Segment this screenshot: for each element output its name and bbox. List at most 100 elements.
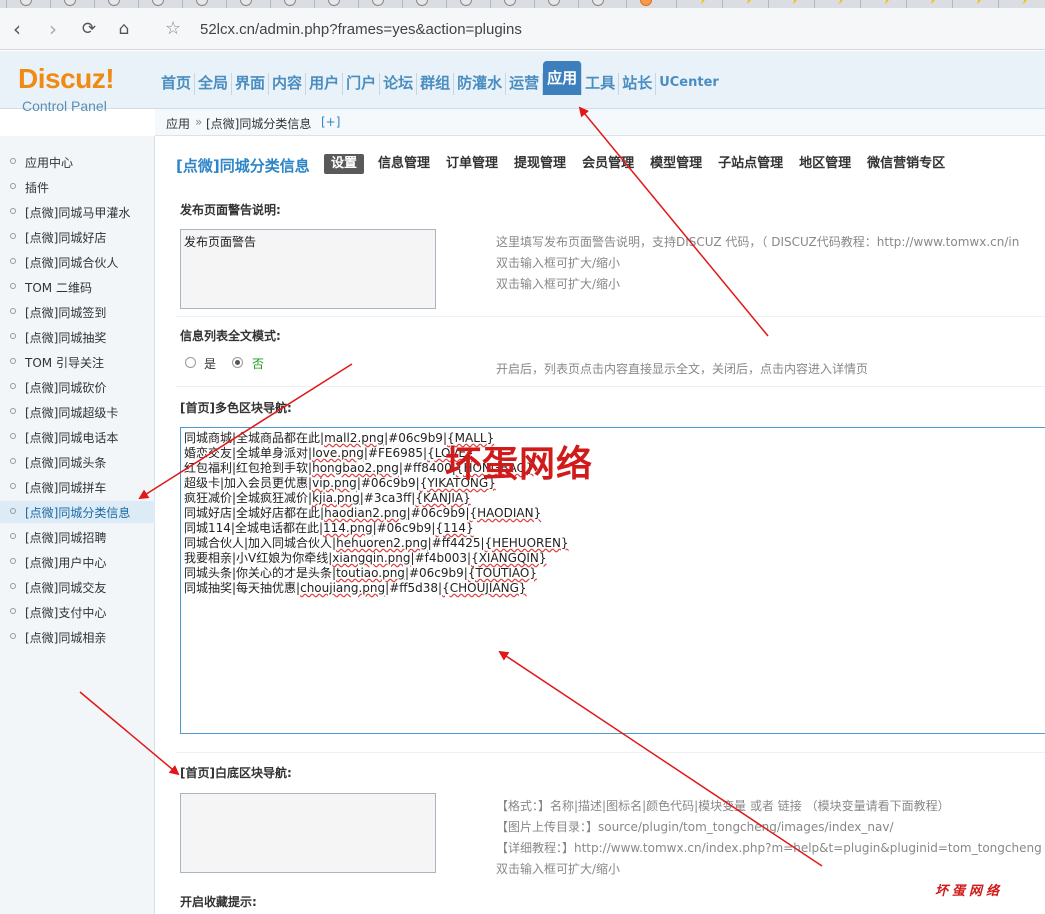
browser-tab-favicon[interactable] — [416, 0, 428, 6]
browser-tab-favicon[interactable] — [592, 0, 604, 6]
browser-tab-favicon[interactable] — [64, 0, 76, 6]
tab-separator — [358, 0, 359, 8]
browser-tab-favicon[interactable] — [152, 0, 164, 6]
browser-tab-favicon[interactable] — [20, 0, 32, 6]
sidebar-item-label: [点微]同城好店 — [25, 231, 107, 245]
browser-tab-favicon[interactable] — [1012, 0, 1024, 6]
plugin-tab[interactable]: 模型管理 — [650, 154, 702, 174]
topnav-item[interactable]: 防灌水 — [454, 73, 507, 95]
plugin-tab[interactable]: 设置 — [324, 154, 365, 174]
colornav-segment: 同城114|全城电话都在此| — [184, 521, 323, 535]
topnav-item[interactable]: 运营 — [506, 73, 544, 95]
plugin-tab[interactable]: 子站点管理 — [718, 154, 783, 174]
sidebar-item[interactable]: [点微]支付中心 — [0, 601, 155, 623]
plugin-tab[interactable]: 订单管理 — [446, 154, 498, 174]
sidebar: 应用中心插件 [点微]同城马甲灌水 [点微]同城好店 [点微]同城合伙人 TOM 二维码… — [0, 136, 155, 914]
sidebar-item-label: [点微]同城头条 — [25, 456, 107, 470]
tab-separator — [6, 0, 7, 8]
screen: ‹ › ⟳ ⌂ ☆ 52lcx.cn/admin.php?frames=yes&… — [0, 0, 1045, 914]
plugin-tab[interactable]: 信息管理 — [378, 154, 430, 174]
browser-tab-favicon[interactable] — [782, 0, 794, 6]
arrow-right-icon[interactable]: › — [42, 18, 64, 40]
topnav-item[interactable]: 首页 — [158, 73, 196, 95]
browser-tab-favicon[interactable] — [690, 0, 702, 6]
fulltext-no-radio[interactable] — [232, 357, 243, 368]
topnav-item[interactable]: 全局 — [195, 73, 233, 95]
browser-tab-favicon[interactable] — [196, 0, 208, 6]
colornav-textarea[interactable]: 同城商城|全城商品都在此|mall2.png|#06c9b9|{MALL} 婚恋交… — [180, 427, 1045, 734]
sidebar-item-label: [点微]同城签到 — [25, 306, 107, 320]
topnav-item[interactable]: 应用 — [543, 61, 583, 95]
warn-textarea[interactable]: 发布页面警告 — [180, 229, 436, 309]
plugin-tab[interactable]: 地区管理 — [799, 154, 851, 174]
sidebar-item[interactable]: 应用中心 — [0, 151, 155, 173]
browser-tab-favicon[interactable] — [108, 0, 120, 6]
browser-tab-favicon[interactable] — [920, 0, 932, 6]
tab-separator — [490, 0, 491, 8]
sidebar-item[interactable]: [点微]同城合伙人 — [0, 251, 155, 273]
browser-tab-favicon[interactable] — [966, 0, 978, 6]
topnav-item[interactable]: 用户 — [306, 73, 344, 95]
sidebar-item[interactable]: [点微]同城签到 — [0, 301, 155, 323]
colornav-segment: |#3ca3ff| — [359, 491, 416, 505]
browser-tab-favicon[interactable] — [328, 0, 340, 6]
sidebar-item[interactable]: [点微]同城电话本 — [0, 426, 155, 448]
sidebar-item[interactable]: [点微]同城相亲 — [0, 626, 155, 648]
bullet-icon — [10, 608, 16, 614]
breadcrumb-root[interactable]: 应用 — [166, 115, 190, 132]
browser-tab-favicon[interactable] — [874, 0, 886, 6]
reload-icon[interactable]: ⟳ — [78, 18, 100, 40]
colornav-segment: {TOUTIAO} — [467, 566, 537, 580]
browser-tab-favicon[interactable] — [548, 0, 560, 6]
sidebar-item[interactable]: [点微]同城交友 — [0, 576, 155, 598]
star-icon[interactable]: ☆ — [165, 18, 181, 39]
plugin-tab[interactable]: 微信营销专区 — [867, 154, 945, 174]
sidebar-item[interactable]: [点微]用户中心 — [0, 551, 155, 573]
sidebar-item[interactable]: [点微]同城砍价 — [0, 376, 155, 398]
sidebar-item[interactable]: 插件 — [0, 176, 155, 198]
fulltext-yes-radio[interactable] — [185, 357, 196, 368]
sidebar-item-label: [点微]同城抽奖 — [25, 331, 107, 345]
colornav-segment: 同城商城|全城商品都在此| — [184, 431, 325, 445]
sidebar-item[interactable]: [点微]同城好店 — [0, 226, 155, 248]
topnav-item[interactable]: 工具 — [582, 73, 620, 95]
sidebar-item[interactable]: [点微]同城马甲灌水 — [0, 201, 155, 223]
browser-tab-favicon[interactable] — [504, 0, 516, 6]
colornav-segment: mall2.png — [324, 431, 385, 445]
topnav-item[interactable]: 门户 — [343, 73, 381, 95]
browser-tab-strip — [0, 0, 1045, 8]
sidebar-item[interactable]: [点微]同城招聘 — [0, 526, 155, 548]
arrow-left-icon[interactable]: ‹ — [6, 18, 28, 40]
home-icon[interactable]: ⌂ — [113, 18, 135, 40]
sidebar-item[interactable]: [点微]同城分类信息 — [0, 501, 155, 523]
sidebar-item[interactable]: [点微]同城拼车 — [0, 476, 155, 498]
browser-tab-favicon[interactable] — [240, 0, 252, 6]
sidebar-item[interactable]: TOM 二维码 — [0, 276, 155, 298]
whitenav-textarea[interactable] — [180, 793, 436, 873]
sidebar-item[interactable]: [点微]同城超级卡 — [0, 401, 155, 423]
browser-tab-favicon[interactable] — [372, 0, 384, 6]
sidebar-item[interactable]: [点微]同城头条 — [0, 451, 155, 473]
address-url[interactable]: 52lcx.cn/admin.php?frames=yes&action=plu… — [200, 21, 522, 38]
colornav-segment: |#ff5d38| — [385, 581, 443, 595]
plugin-title: [点微]同城分类信息 — [176, 157, 310, 175]
topnav-item[interactable]: 群组 — [417, 73, 455, 95]
colornav-line: 同城合伙人|加入同城合伙人|hehuoren2.png|#ff4425|{HEH… — [184, 536, 1045, 551]
plugin-tab[interactable]: 会员管理 — [582, 154, 634, 174]
browser-tab-favicon[interactable] — [640, 0, 652, 6]
breadcrumb-add-link[interactable]: [+] — [321, 115, 340, 129]
colornav-line: 同城头条|你关心的才是头条|toutiao.png|#06c9b9|{TOUTI… — [184, 566, 1045, 581]
browser-tab-favicon[interactable] — [736, 0, 748, 6]
topnav-item[interactable]: 内容 — [269, 73, 307, 95]
browser-tab-favicon[interactable] — [460, 0, 472, 6]
fulltext-yes-label: 是 — [204, 357, 217, 371]
plugin-tab[interactable]: 提现管理 — [514, 154, 566, 174]
browser-tab-favicon[interactable] — [828, 0, 840, 6]
topnav-item[interactable]: 论坛 — [380, 73, 418, 95]
sidebar-item[interactable]: TOM 引导关注 — [0, 351, 155, 373]
topnav-item[interactable]: 界面 — [232, 73, 270, 95]
browser-tab-favicon[interactable] — [284, 0, 296, 6]
topnav-item[interactable]: UCenter — [656, 73, 722, 95]
topnav-item[interactable]: 站长 — [619, 73, 657, 95]
sidebar-item[interactable]: [点微]同城抽奖 — [0, 326, 155, 348]
